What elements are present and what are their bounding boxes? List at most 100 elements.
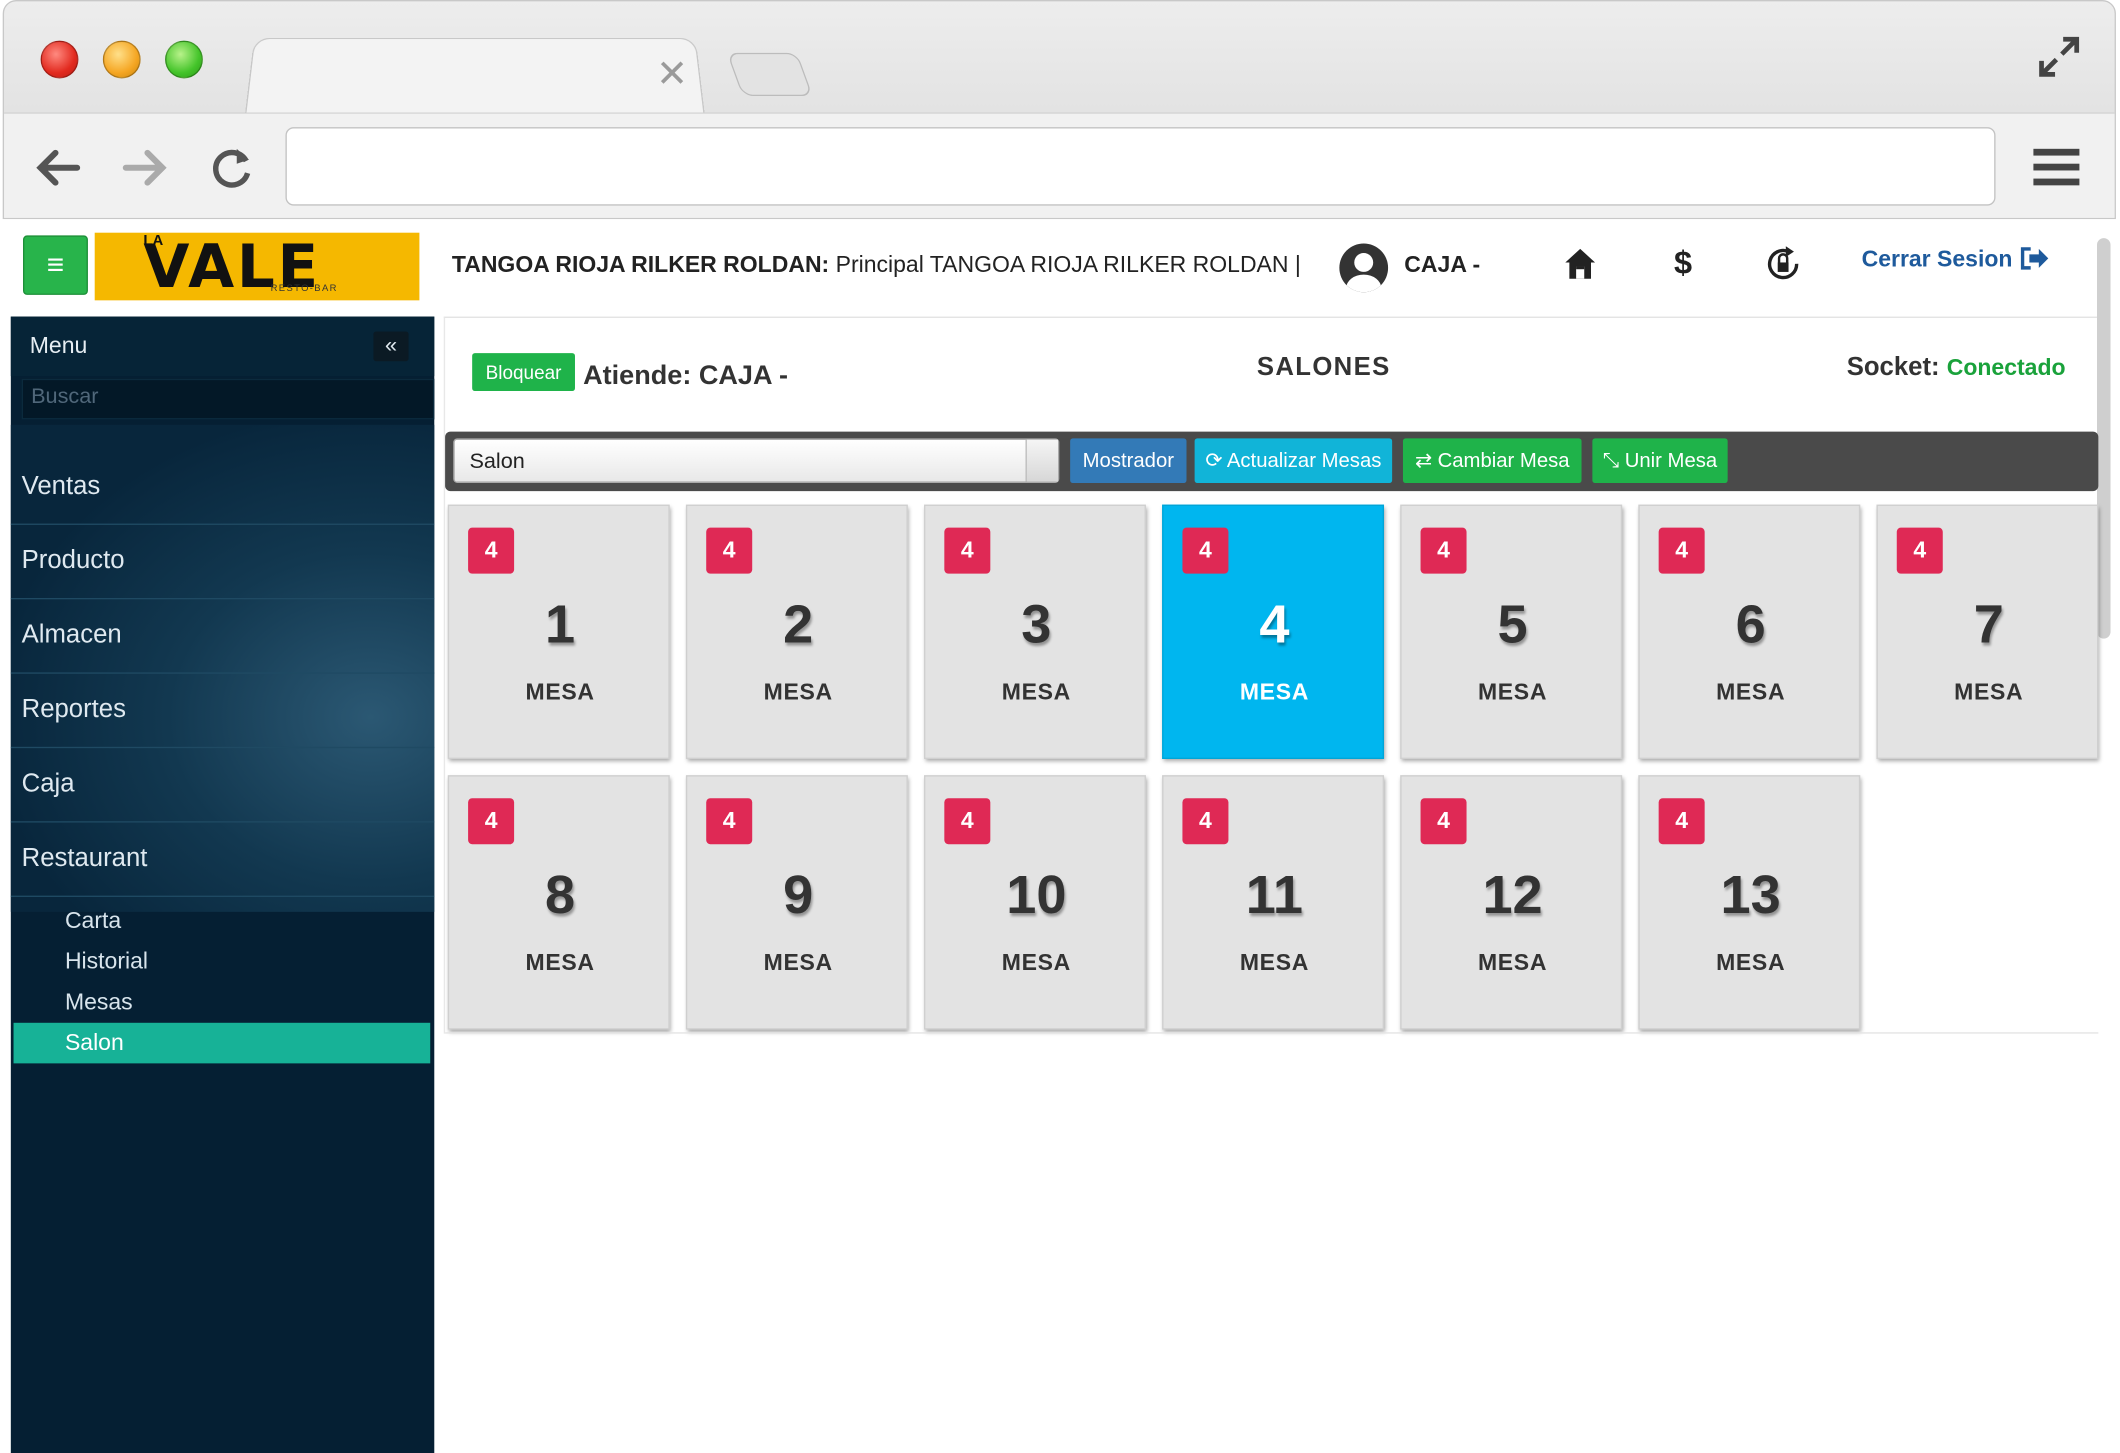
sidebar-subitem-historial[interactable]: Historial: [14, 942, 431, 983]
exchange-icon: ⇄: [1414, 449, 1432, 473]
table-number: 11: [1245, 865, 1304, 926]
logout-label: Cerrar Sesion: [1861, 246, 2013, 272]
new-tab-button[interactable]: [726, 52, 813, 97]
table-card[interactable]: 4 11 MESA: [1162, 775, 1385, 1030]
table-number: 8: [545, 865, 576, 926]
table-number: 12: [1482, 865, 1543, 926]
table-number: 4: [1259, 595, 1290, 655]
avatar[interactable]: [1339, 243, 1389, 293]
table-label: MESA: [525, 679, 595, 705]
home-icon[interactable]: [1561, 244, 1599, 285]
table-card[interactable]: 4 5 MESA: [1400, 504, 1623, 759]
salones-panel: Bloquear Atiende: CAJA - SALONES Socket:…: [443, 316, 2099, 1034]
table-label: MESA: [1239, 679, 1310, 705]
dollar-icon[interactable]: $: [1664, 244, 1702, 285]
sidebar-item-ventas[interactable]: Ventas: [10, 452, 435, 525]
table-capacity-badge: 4: [1420, 527, 1467, 574]
table-card[interactable]: 4 12 MESA: [1400, 775, 1623, 1030]
window-maximize-button[interactable]: [165, 40, 203, 79]
socket-status: Socket: Conectado: [1847, 353, 2066, 383]
sidebar-item-caja[interactable]: Caja: [10, 750, 435, 823]
brand-logo[interactable]: LA VALE RESTO-BAR: [94, 232, 420, 301]
sidebar-item-almacen[interactable]: Almacen: [10, 601, 435, 674]
compress-icon: ⤡: [1602, 449, 1620, 473]
table-card[interactable]: 4 7 MESA: [1876, 504, 2099, 759]
user-detail: Principal TANGOA RIOJA RILKER ROLDAN |: [835, 251, 1301, 278]
window-close-button[interactable]: [40, 40, 79, 79]
table-label: MESA: [1001, 679, 1071, 705]
browser-menu-icon[interactable]: [2031, 143, 2082, 192]
socket-status-value: Conectado: [1946, 354, 2066, 381]
table-capacity-badge: 4: [944, 798, 991, 845]
table-number: 3: [1021, 595, 1052, 655]
chevron-down-icon[interactable]: [1025, 439, 1058, 482]
table-card[interactable]: 4 13 MESA: [1638, 775, 1861, 1030]
table-card[interactable]: 4 10 MESA: [924, 775, 1146, 1030]
sidebar-search-input[interactable]: Buscar: [21, 378, 435, 420]
address-bar[interactable]: [285, 127, 1996, 206]
table-label: MESA: [1477, 679, 1548, 705]
refresh-tables-button[interactable]: ⟳ Actualizar Mesas: [1194, 438, 1393, 483]
user-info: TANGOA RIOJA RILKER ROLDAN: Principal TA…: [452, 252, 1301, 279]
mostrador-button[interactable]: Mostrador: [1070, 438, 1187, 483]
back-arrow-icon[interactable]: [34, 143, 83, 192]
forward-arrow-icon[interactable]: [120, 143, 169, 192]
table-number: 2: [783, 595, 814, 655]
table-card[interactable]: 4 2 MESA: [685, 504, 908, 759]
table-label: MESA: [1477, 949, 1548, 976]
table-label: MESA: [1954, 679, 2024, 705]
merge-table-label: Unir Mesa: [1624, 449, 1718, 473]
menu-toggle-button[interactable]: ≡: [22, 235, 88, 295]
table-card[interactable]: 4 6 MESA: [1638, 504, 1861, 759]
sidebar-header: Menu «: [10, 316, 435, 377]
window-minimize-button[interactable]: [102, 40, 141, 79]
table-capacity-badge: 4: [706, 798, 753, 845]
table-capacity-badge: 4: [468, 527, 515, 574]
table-capacity-badge: 4: [944, 527, 991, 574]
table-capacity-badge: 4: [1896, 527, 1943, 574]
sidebar-subitem-carta[interactable]: Carta: [14, 901, 431, 942]
table-card[interactable]: 4 9 MESA: [685, 775, 908, 1030]
table-number: 7: [1973, 595, 2004, 655]
sidebar-item-reportes[interactable]: Reportes: [10, 675, 435, 749]
table-label: MESA: [763, 679, 833, 705]
sidebar-item-producto[interactable]: Producto: [10, 526, 435, 600]
salon-toolbar: Salon Mostrador ⟳ Actualizar Mesas ⇄ Cam…: [445, 431, 2099, 492]
fullscreen-icon[interactable]: [2036, 34, 2082, 80]
lock-refresh-icon[interactable]: [1764, 244, 1802, 285]
table-number: 6: [1735, 595, 1766, 655]
table-card[interactable]: 4 3 MESA: [924, 504, 1146, 759]
table-capacity-badge: 4: [1658, 527, 1705, 574]
logout-link[interactable]: Cerrar Sesion: [1862, 246, 2052, 273]
collapse-sidebar-icon[interactable]: «: [373, 331, 409, 362]
sign-out-icon: [2021, 247, 2049, 270]
table-card-selected[interactable]: 4 4 MESA: [1162, 504, 1385, 759]
table-capacity-badge: 4: [468, 798, 515, 845]
sidebar-subitem-salon[interactable]: Salon: [13, 1022, 431, 1064]
merge-table-button[interactable]: ⤡ Unir Mesa: [1592, 438, 1728, 483]
page-scrollbar[interactable]: [2096, 238, 2111, 639]
browser-tab[interactable]: [244, 37, 705, 115]
table-card[interactable]: 4 1 MESA: [447, 504, 670, 759]
salon-select[interactable]: Salon: [453, 438, 1060, 483]
table-number: 13: [1720, 865, 1781, 926]
tab-close-icon[interactable]: ✕: [656, 55, 688, 93]
logo-subtitle: RESTO-BAR: [270, 284, 338, 294]
screenshot-root: ✕ ≡ LA VALE RESTO-BAR TANGOA RIOJA RILKE…: [0, 0, 2120, 1453]
table-capacity-badge: 4: [1182, 527, 1229, 574]
table-number: 1: [545, 595, 576, 655]
table-card[interactable]: 4 8 MESA: [447, 775, 670, 1030]
table-capacity-badge: 4: [706, 527, 753, 574]
app-viewport: ≡ LA VALE RESTO-BAR TANGOA RIOJA RILKER …: [2, 219, 2116, 1453]
change-table-label: Cambiar Mesa: [1437, 449, 1570, 473]
refresh-tables-label: Actualizar Mesas: [1226, 449, 1382, 473]
lock-button[interactable]: Bloquear: [472, 353, 575, 391]
table-label: MESA: [763, 949, 833, 976]
table-number: 5: [1497, 595, 1528, 655]
table-label: MESA: [1716, 949, 1786, 976]
sidebar-title: Menu: [29, 332, 88, 359]
change-table-button[interactable]: ⇄ Cambiar Mesa: [1402, 438, 1582, 483]
sidebar-item-restaurant[interactable]: Restaurant: [10, 824, 435, 897]
reload-icon[interactable]: [207, 143, 256, 192]
sidebar-subitem-mesas[interactable]: Mesas: [14, 982, 431, 1023]
